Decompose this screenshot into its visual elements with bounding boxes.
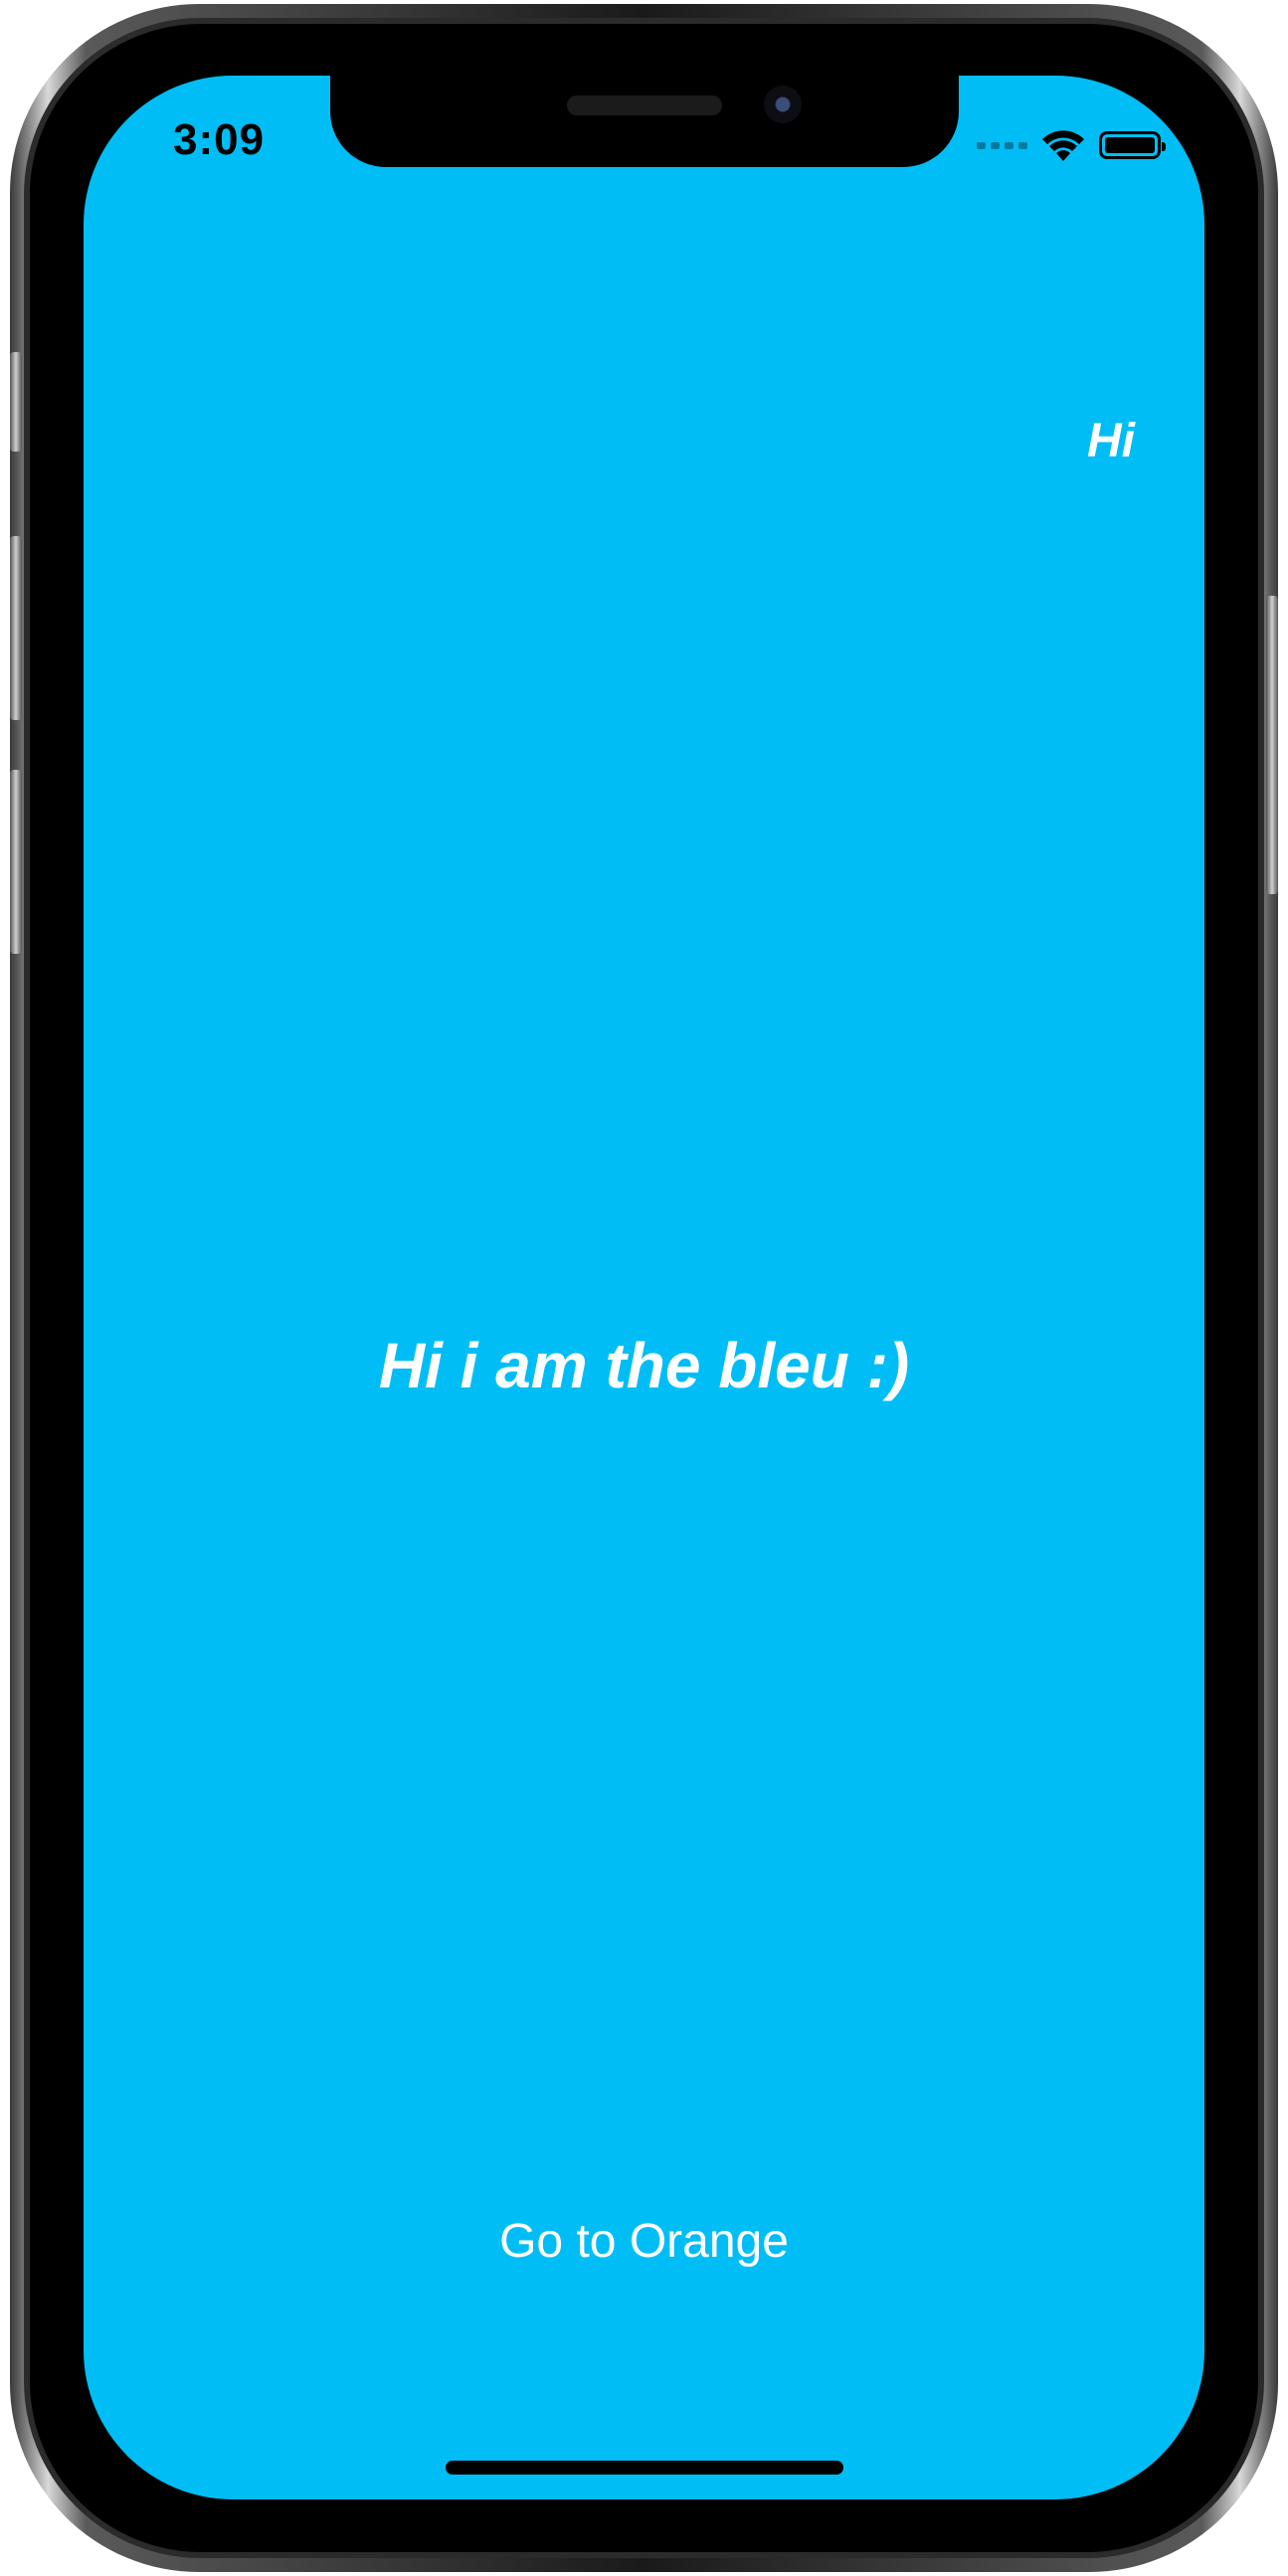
home-indicator[interactable] — [446, 2461, 843, 2475]
battery-icon — [1099, 131, 1166, 159]
volume-down-button — [10, 770, 22, 954]
battery-level — [1105, 137, 1155, 153]
status-indicators — [977, 125, 1166, 165]
notch — [330, 76, 959, 167]
mute-switch — [10, 352, 22, 452]
cellular-signal-icon — [977, 141, 1027, 149]
page-title: Hi i am the bleu :) — [378, 1330, 910, 1401]
power-button — [1266, 596, 1278, 894]
status-time: 3:09 — [173, 115, 266, 164]
camera-icon — [764, 86, 802, 123]
volume-up-button — [10, 536, 22, 720]
app-screen: 3:09 Hi Hi i am the bleu :) Go to Orange — [84, 76, 1204, 2499]
speaker-grille — [567, 95, 722, 115]
go-to-orange-button[interactable]: Go to Orange — [84, 2214, 1204, 2269]
hi-nav-button[interactable]: Hi — [1087, 414, 1135, 468]
wifi-icon — [1042, 130, 1084, 161]
